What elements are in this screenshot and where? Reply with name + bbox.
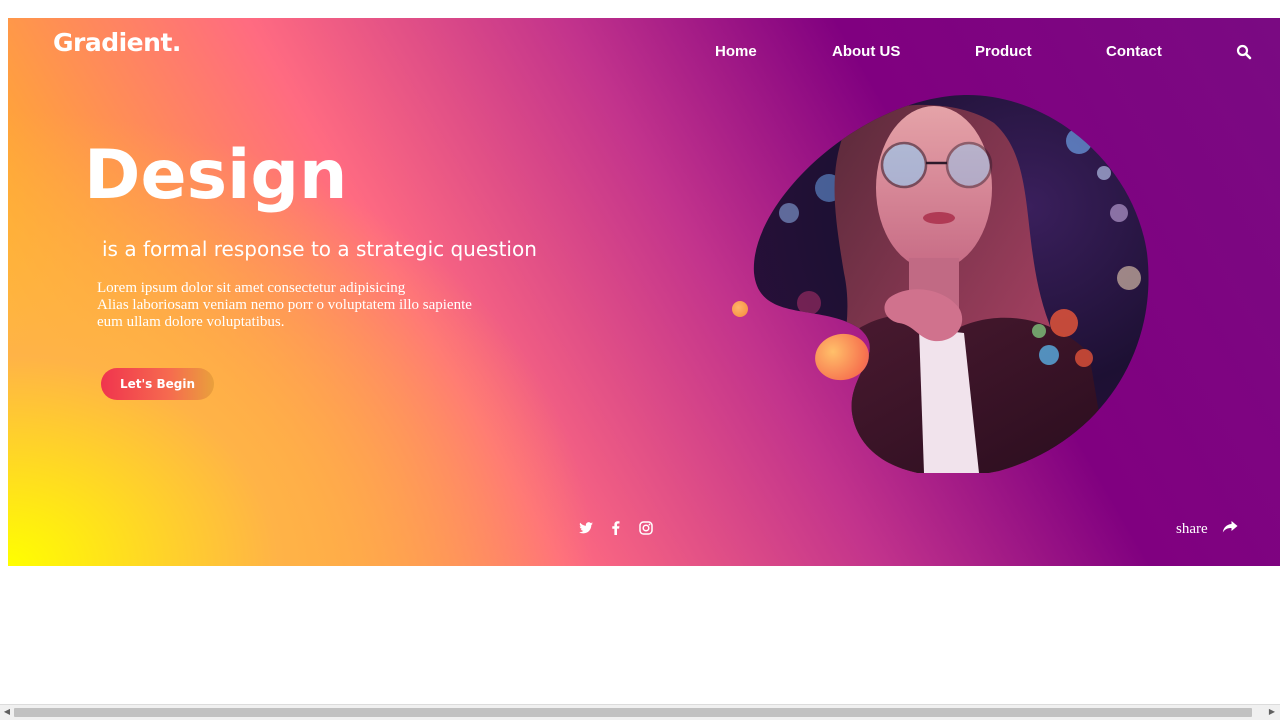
share-button[interactable]: share — [1176, 520, 1238, 538]
share-label: share — [1176, 520, 1208, 537]
horizontal-scrollbar[interactable]: ◀ ▶ — [0, 704, 1280, 720]
portrait-image — [753, 94, 1149, 473]
body-line: Alias laboriosam veniam nemo porr o volu… — [97, 297, 472, 313]
hero-section: Gradient. Home About US Product Contact … — [8, 18, 1280, 566]
hero-subhead: is a formal response to a strategic ques… — [102, 237, 537, 261]
hero-headline: Design — [84, 136, 348, 215]
scroll-left-icon[interactable]: ◀ — [3, 708, 11, 716]
instagram-icon[interactable] — [638, 520, 654, 536]
nav-item-contact[interactable]: Contact — [1106, 43, 1162, 60]
twitter-icon[interactable] — [578, 520, 594, 536]
body-line: eum ullam dolore voluptatibus. — [97, 314, 285, 330]
nav-item-product[interactable]: Product — [975, 43, 1032, 60]
body-line: Lorem ipsum dolor sit amet consectetur a… — [97, 280, 406, 296]
scrollbar-thumb[interactable] — [14, 708, 1252, 717]
nav-item-home[interactable]: Home — [715, 43, 757, 60]
lets-begin-button[interactable]: Let's Begin — [101, 368, 214, 400]
main-nav: Home About US Product Contact — [8, 43, 1280, 63]
hero-body-text: Lorem ipsum dolor sit amet consectetur a… — [97, 280, 517, 331]
facebook-icon[interactable] — [608, 520, 624, 536]
decorative-bubble — [732, 301, 748, 317]
share-arrow-icon — [1222, 520, 1238, 539]
scroll-right-icon[interactable]: ▶ — [1268, 708, 1276, 716]
search-icon[interactable] — [1236, 44, 1252, 60]
nav-item-about[interactable]: About US — [832, 43, 900, 60]
